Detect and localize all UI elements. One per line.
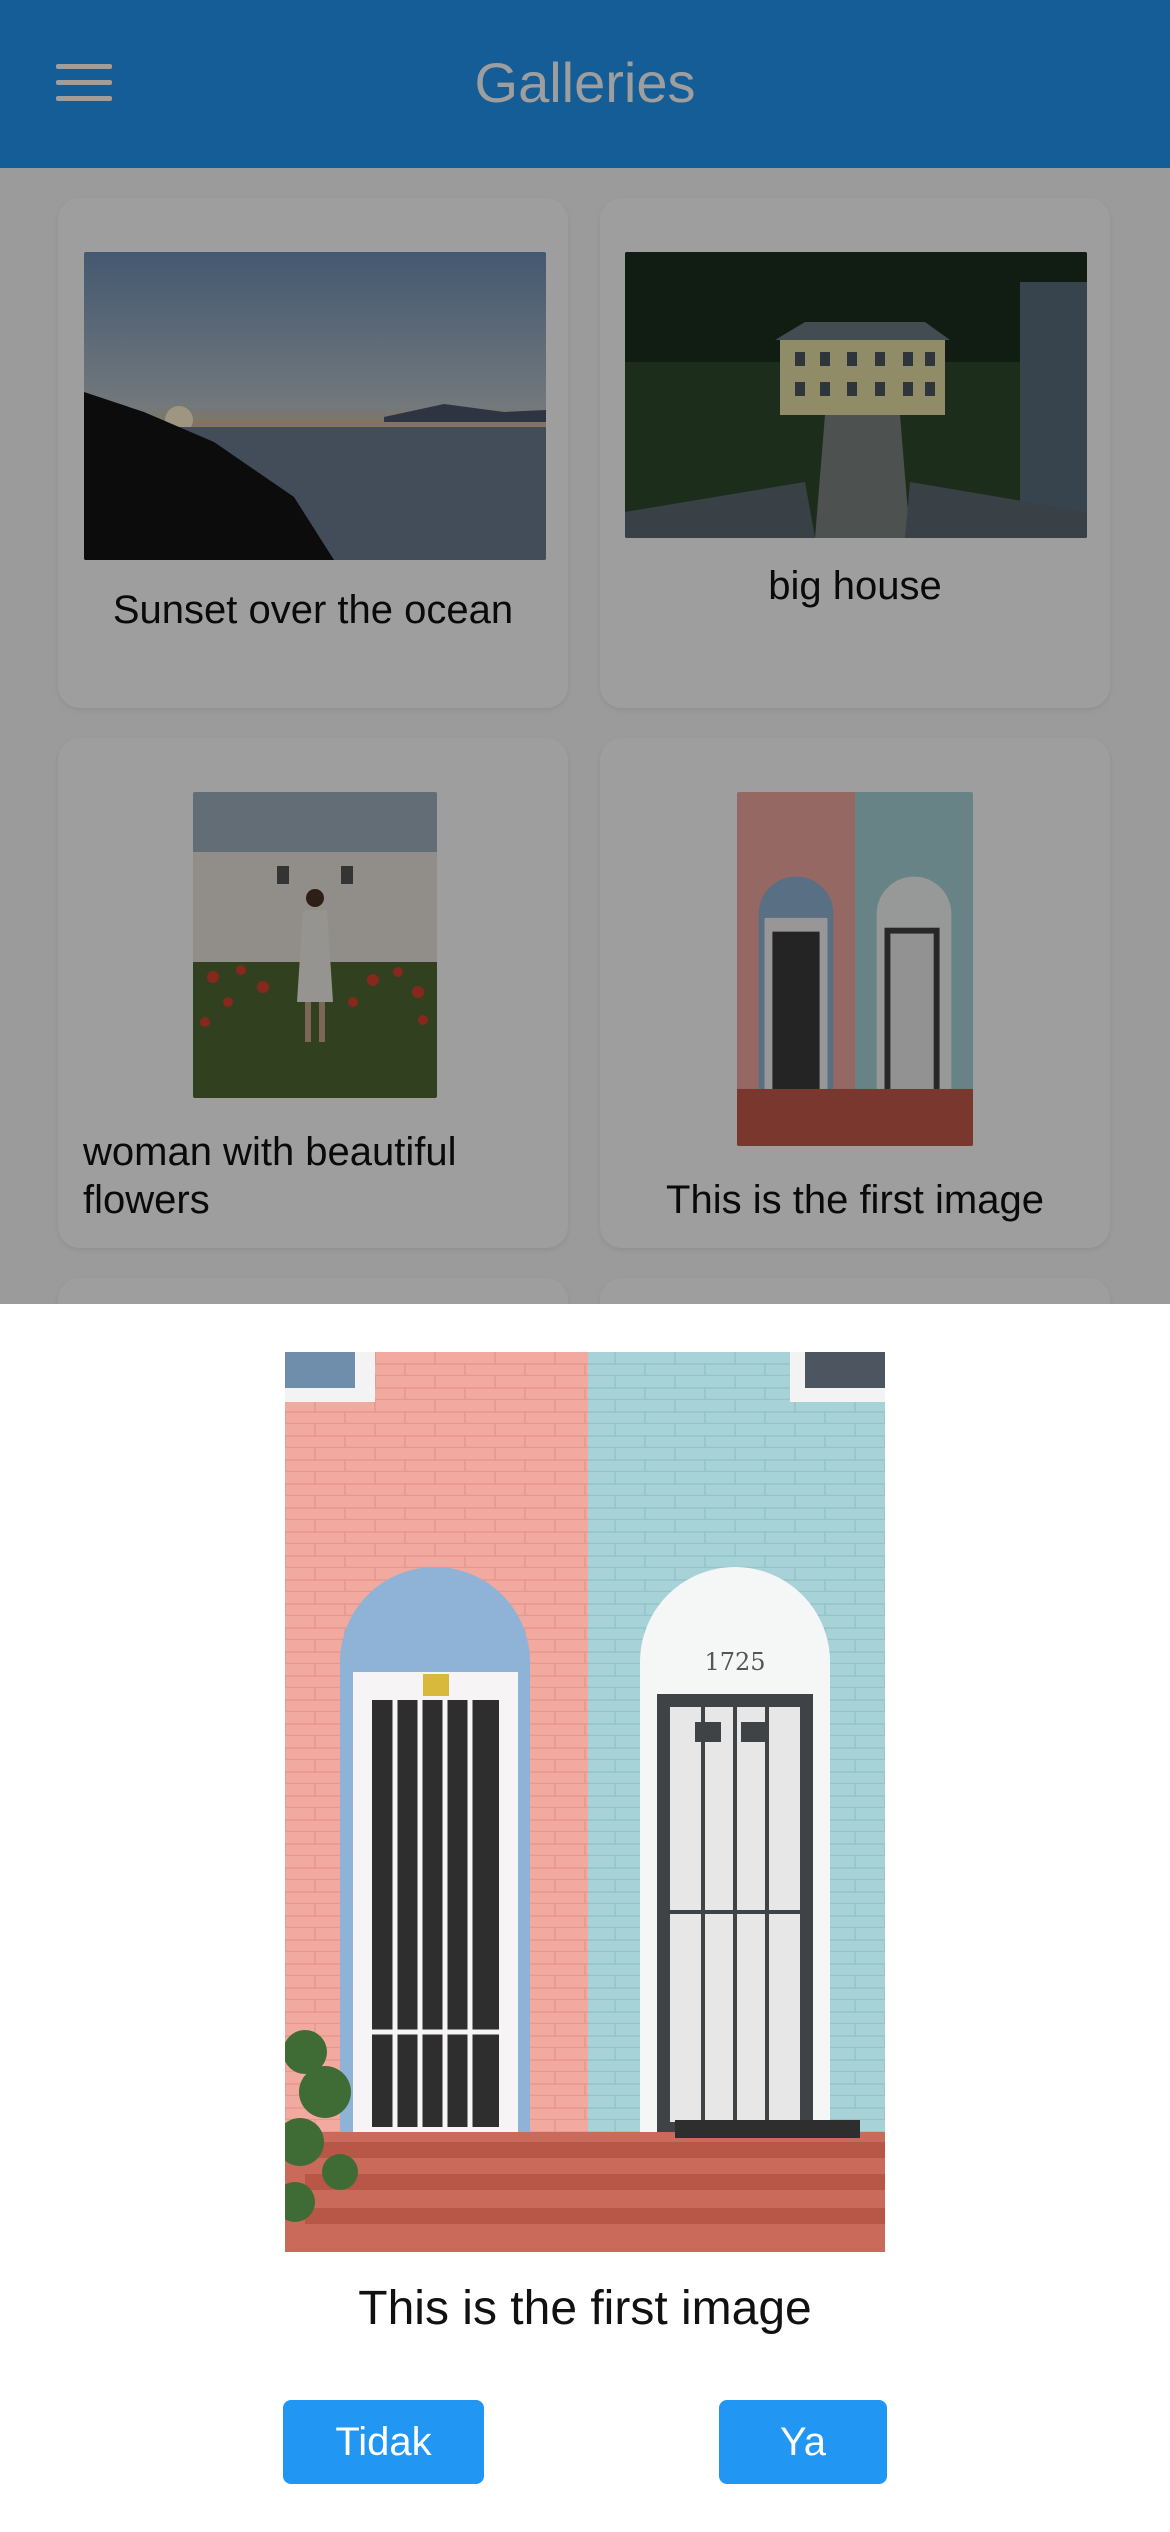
confirm-bottom-sheet: 1725 This is the first image Tidak Ya <box>0 1304 1170 2532</box>
svg-text:1725: 1725 <box>704 1648 765 1676</box>
modal-scrim[interactable] <box>0 0 1170 1304</box>
selected-image: 1725 <box>285 1352 885 2252</box>
no-button[interactable]: Tidak <box>283 2400 484 2484</box>
dialog-caption: This is the first image <box>358 2282 812 2335</box>
yes-button[interactable]: Ya <box>719 2400 887 2484</box>
